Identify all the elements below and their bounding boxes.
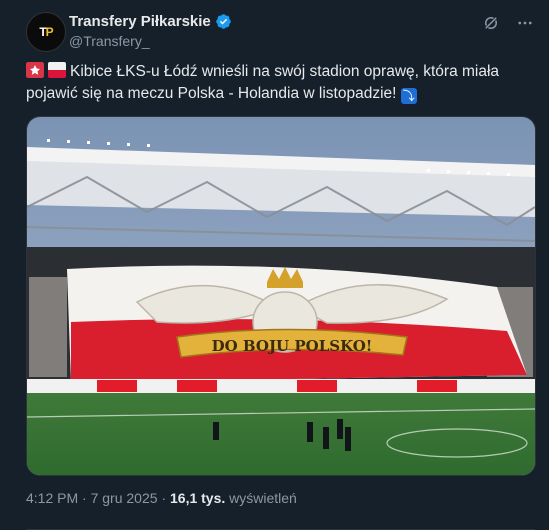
author-display-name[interactable]: Transfery Piłkarskie (69, 13, 211, 30)
lks-flag-icon (26, 62, 44, 78)
tweet-time[interactable]: 4:12 PM (26, 490, 78, 506)
stadium-photo: DO BOJU POLSKO! (27, 117, 535, 475)
tweet: TP Transfery Piłkarskie @Transfery_ Kibi… (0, 0, 549, 530)
avatar[interactable]: TP (26, 12, 66, 52)
views-count: 16,1 tys. (170, 490, 226, 506)
tweet-date[interactable]: 7 gru 2025 (91, 490, 158, 506)
avatar-logo: TP (39, 25, 53, 39)
tweet-text: Kibice ŁKS-u Łódź wnieśli na swój stadio… (26, 61, 531, 105)
tweet-actions-top (481, 13, 535, 33)
down-arrow-emoji-icon: ⤵ (400, 88, 417, 104)
author-name-row[interactable]: Transfery Piłkarskie (69, 13, 232, 30)
meta-separator: · (82, 490, 87, 506)
banner-text: DO BOJU POLSKO! (212, 337, 373, 355)
views-label: wyświetleń (229, 490, 297, 506)
meta-separator-2: · (161, 490, 167, 506)
tweet-meta: 4:12 PM · 7 gru 2025 · 16,1 tys. wyświet… (26, 490, 297, 506)
grok-icon[interactable] (481, 13, 501, 33)
verified-badge-icon (216, 14, 231, 29)
poland-flag-icon (48, 62, 66, 78)
tweet-photo[interactable]: DO BOJU POLSKO! (26, 116, 536, 476)
more-icon[interactable] (515, 13, 535, 33)
author-handle[interactable]: @Transfery_ (69, 33, 150, 49)
tweet-body: Kibice ŁKS-u Łódź wnieśli na swój stadio… (26, 63, 500, 102)
